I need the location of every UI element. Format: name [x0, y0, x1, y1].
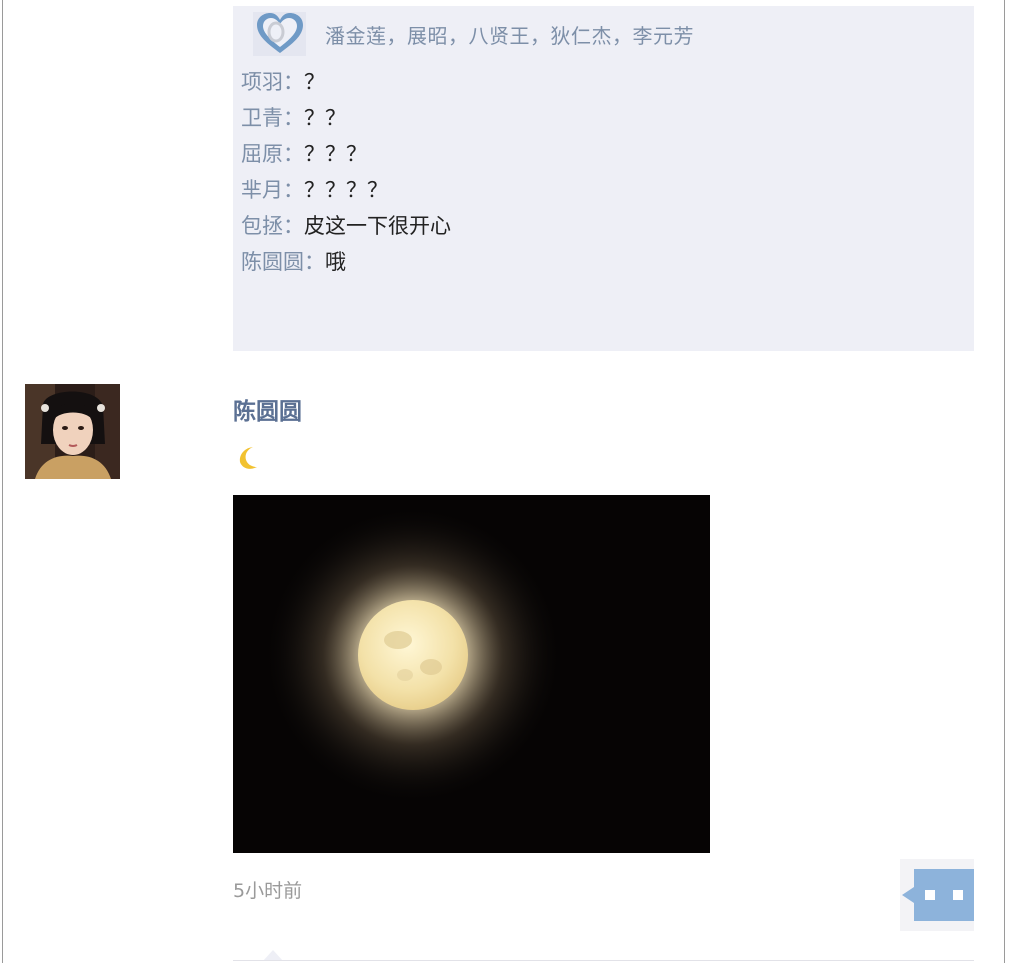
likes-comments-panel: 潘金莲，展昭，八贤王，狄仁杰，李元芳 项羽：？ 卫青：？？ 屈原：？？？ 芈月：… [233, 6, 974, 351]
comment-item[interactable]: 陈圆圆：哦 [241, 244, 451, 280]
comment-button[interactable] [900, 859, 974, 931]
divider [233, 960, 974, 961]
comment-item[interactable]: 屈原：？？？ [241, 136, 451, 172]
comment-text: ？？ [304, 106, 346, 130]
comment-user[interactable]: 卫青： [241, 106, 304, 130]
comment-user[interactable]: 包拯： [241, 214, 304, 238]
comment-item[interactable]: 项羽：？ [241, 64, 451, 100]
avatar[interactable] [25, 384, 120, 479]
heart-icon [253, 12, 306, 56]
post-image[interactable] [233, 495, 710, 853]
comment-item[interactable]: 芈月：？？？？ [241, 172, 451, 208]
comment-user[interactable]: 芈月： [241, 178, 304, 202]
comment-text: 哦 [325, 250, 346, 274]
comment-text: ？ [304, 70, 325, 94]
comment-list: 项羽：？ 卫青：？？ 屈原：？？？ 芈月：？？？？ 包拯：皮这一下很开心 陈圆圆… [241, 64, 451, 280]
comment-user[interactable]: 项羽： [241, 70, 304, 94]
likes-names[interactable]: 潘金莲，展昭，八贤王，狄仁杰，李元芳 [325, 20, 694, 49]
comment-item[interactable]: 包拯：皮这一下很开心 [241, 208, 451, 244]
crescent-moon-icon [235, 444, 263, 472]
post-author[interactable]: 陈圆圆 [233, 392, 302, 426]
comment-text: 皮这一下很开心 [304, 214, 451, 238]
likes-row: 潘金莲，展昭，八贤王，狄仁杰，李元芳 [253, 12, 694, 56]
comment-bubble-icon [902, 869, 974, 921]
comment-item[interactable]: 卫青：？？ [241, 100, 451, 136]
comment-user[interactable]: 屈原： [241, 142, 304, 166]
comment-user[interactable]: 陈圆圆： [241, 250, 325, 274]
comment-text: ？？？？ [304, 178, 388, 202]
moments-feed: 潘金莲，展昭，八贤王，狄仁杰，李元芳 项羽：？ 卫青：？？ 屈原：？？？ 芈月：… [2, 0, 1005, 963]
post-time: 5小时前 [233, 880, 303, 902]
comment-text: ？？？ [304, 142, 367, 166]
